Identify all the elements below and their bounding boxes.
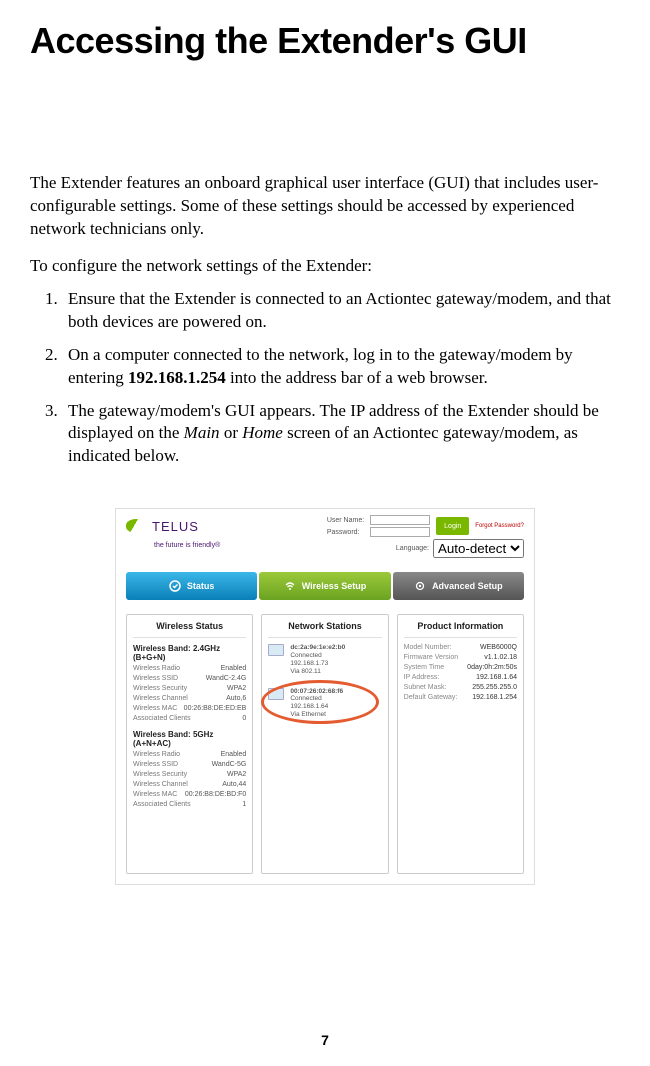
band-5: Wireless Band: 5GHz (A+N+AC) <box>133 730 246 748</box>
language-select[interactable]: Auto-detect <box>433 539 524 558</box>
username-label: User Name: <box>327 517 364 524</box>
tab-wireless-setup[interactable]: Wireless Setup <box>259 572 390 600</box>
main-screen-ref: Main <box>184 423 220 442</box>
device-icon <box>268 644 284 656</box>
step-1: Ensure that the Extender is connected to… <box>62 288 620 334</box>
device-icon <box>268 688 284 700</box>
tab-advanced-setup[interactable]: Advanced Setup <box>393 572 524 600</box>
login-button[interactable]: Login <box>436 517 469 535</box>
main-tabs: Status Wireless Setup Advanced Setup <box>126 572 524 600</box>
step-3: The gateway/modem's GUI appears. The IP … <box>62 400 620 469</box>
steps-list: Ensure that the Extender is connected to… <box>30 288 620 469</box>
header-bar: TELUS User Name: Password: Login Forgot … <box>116 509 534 539</box>
page-number: 7 <box>321 1032 329 1048</box>
page-title: Accessing the Extender's GUI <box>30 20 620 62</box>
brand-tagline: the future is friendly® <box>154 542 220 549</box>
login-form: User Name: Password: Login Forgot Passwo… <box>327 515 524 537</box>
username-input[interactable] <box>370 515 430 525</box>
lead-paragraph: To configure the network settings of the… <box>30 255 620 278</box>
tab-status[interactable]: Status <box>126 572 257 600</box>
language-label: Language: <box>396 545 429 552</box>
telus-logo: TELUS <box>126 519 199 534</box>
password-label: Password: <box>327 529 364 536</box>
station-1: dc:2a:9e:1e:e2:b0 Connected 192.168.1.73… <box>268 644 381 675</box>
panel-network-stations: Network Stations dc:2a:9e:1e:e2:b0 Conne… <box>261 614 388 874</box>
password-input[interactable] <box>370 527 430 537</box>
station-2: 00:07:26:02:68:f6 Connected 192.168.1.64… <box>268 688 381 719</box>
intro-paragraph: The Extender features an onboard graphic… <box>30 172 620 241</box>
wifi-icon <box>284 580 296 592</box>
status-icon <box>169 580 181 592</box>
step-2: On a computer connected to the network, … <box>62 344 620 390</box>
logo-icon <box>126 519 148 533</box>
band-24: Wireless Band: 2.4GHz (B+G+N) <box>133 644 246 662</box>
panels-row: Wireless Status Wireless Band: 2.4GHz (B… <box>116 614 534 884</box>
gateway-gui-screenshot: TELUS User Name: Password: Login Forgot … <box>115 508 535 885</box>
panel-wireless-status: Wireless Status Wireless Band: 2.4GHz (B… <box>126 614 253 874</box>
panel-product-info: Product Information Model Number:WEB6000… <box>397 614 524 874</box>
ip-literal: 192.168.1.254 <box>128 368 226 387</box>
forgot-password-link[interactable]: Forgot Password? <box>475 523 524 530</box>
gear-icon <box>414 580 426 592</box>
home-screen-ref: Home <box>242 423 283 442</box>
